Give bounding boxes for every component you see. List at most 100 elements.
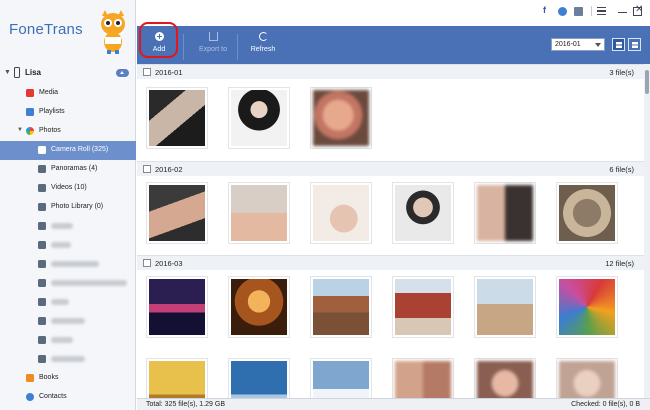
sidebar-item-album[interactable] — [0, 331, 136, 350]
photo-thumbnail[interactable] — [392, 358, 454, 398]
sidebar-item-playlists[interactable]: Playlists — [0, 103, 136, 122]
facebook-icon[interactable]: f — [543, 5, 552, 15]
photo-thumbnail[interactable] — [310, 87, 372, 149]
sidebar-item-panoramas[interactable]: Panoramas (4) — [0, 160, 136, 179]
collapse-caret-icon[interactable]: ▼ — [17, 127, 23, 133]
fonetrans-window: FoneTrans ▼ Lisa Media Playlists ▼ Photo… — [0, 0, 650, 410]
refresh-icon — [258, 32, 268, 41]
album-icon — [38, 222, 46, 230]
status-bar: Total: 325 file(s), 1.29 GB Checked: 0 f… — [137, 398, 650, 410]
album-icon — [38, 317, 46, 325]
grid-view-icon[interactable] — [612, 38, 625, 51]
photo-thumbnail[interactable] — [556, 182, 618, 244]
app-name: FoneTrans — [9, 21, 83, 38]
group-checkbox[interactable] — [143, 259, 151, 267]
photo-thumbnail[interactable] — [556, 358, 618, 398]
toolbar: Add Export to Refresh 2016-01 — [137, 22, 650, 64]
photo-thumbnail[interactable] — [310, 182, 372, 244]
photo-thumbnail[interactable] — [146, 182, 208, 244]
sidebar-item-label: Photos — [39, 127, 61, 134]
sidebar-item-label: Camera Roll (325) — [51, 146, 109, 153]
sidebar-item-album[interactable] — [0, 217, 136, 236]
scrollbar-thumb[interactable] — [645, 70, 649, 94]
date-select[interactable]: 2016-01 — [551, 38, 605, 51]
album-icon — [38, 279, 46, 287]
device-row-lisa[interactable]: ▼ Lisa — [0, 66, 136, 80]
sidebar-item-label: Contacts — [39, 393, 67, 400]
brand: FoneTrans — [0, 0, 135, 64]
blurred-label — [51, 356, 85, 362]
album-icon — [38, 336, 46, 344]
blurred-label — [51, 337, 73, 343]
camera-icon — [38, 146, 46, 154]
group-header: 2016-03 12 file(s) — [137, 255, 644, 270]
group-date: 2016-02 — [155, 165, 183, 174]
sidebar-item-photo-library[interactable]: Photo Library (0) — [0, 198, 136, 217]
sidebar-item-album[interactable] — [0, 274, 136, 293]
album-icon — [38, 260, 46, 268]
sidebar-item-media[interactable]: Media — [0, 84, 136, 103]
title-bar: f ✕ — [137, 0, 650, 26]
export-label: Export to — [198, 46, 227, 53]
feedback-icon[interactable] — [574, 7, 583, 16]
sidebar-item-label: Photo Library (0) — [51, 203, 104, 210]
sidebar-item-label: Media — [39, 89, 59, 96]
photo-thumbnail[interactable] — [146, 358, 208, 398]
vertical-scrollbar[interactable] — [644, 64, 650, 398]
photo-thumbnail[interactable] — [228, 87, 290, 149]
photo-thumbnail[interactable] — [146, 87, 208, 149]
sidebar-item-album[interactable] — [0, 255, 136, 274]
group-count: 6 file(s) — [609, 165, 634, 174]
photo-thumbnail[interactable] — [474, 276, 536, 338]
photo-thumbnail[interactable] — [228, 276, 290, 338]
photo-thumbnail[interactable] — [310, 276, 372, 338]
group-header: 2016-02 6 file(s) — [137, 161, 644, 176]
sidebar: FoneTrans ▼ Lisa Media Playlists ▼ Photo… — [0, 0, 136, 410]
album-icon — [38, 298, 46, 306]
camera-icon — [38, 165, 46, 173]
photo-thumbnail[interactable] — [228, 182, 290, 244]
sidebar-item-album[interactable] — [0, 293, 136, 312]
photo-thumbnail[interactable] — [556, 276, 618, 338]
book-icon — [26, 374, 34, 382]
sidebar-item-label: Books — [39, 374, 59, 381]
export-to-button[interactable]: Export to — [187, 28, 239, 62]
status-checked: Checked: 0 file(s), 0 B — [571, 401, 640, 408]
date-select-value: 2016-01 — [555, 41, 581, 48]
photo-thumbnail[interactable] — [392, 182, 454, 244]
photo-thumbnail[interactable] — [146, 276, 208, 338]
sidebar-item-contacts[interactable]: Contacts — [0, 388, 136, 407]
sidebar-item-album[interactable] — [0, 312, 136, 331]
eject-icon[interactable] — [116, 69, 129, 77]
sidebar-item-album[interactable] — [0, 350, 136, 369]
group-checkbox[interactable] — [143, 68, 151, 76]
blurred-label — [51, 223, 73, 229]
photo-thumbnail[interactable] — [474, 182, 536, 244]
close-icon[interactable]: ✕ — [635, 4, 644, 15]
phone-icon — [14, 67, 20, 78]
album-icon — [38, 355, 46, 363]
toolbar-divider — [183, 34, 184, 60]
chat-icon[interactable] — [558, 7, 567, 16]
sidebar-item-books[interactable]: Books — [0, 369, 136, 388]
playlist-icon — [26, 108, 34, 116]
photo-thumbnail[interactable] — [474, 358, 536, 398]
divider — [591, 6, 592, 16]
menu-icon[interactable] — [597, 7, 606, 15]
group-checkbox[interactable] — [143, 165, 151, 173]
group-count: 12 file(s) — [605, 259, 634, 268]
minimize-icon[interactable] — [618, 7, 627, 13]
photo-thumbnail[interactable] — [310, 358, 372, 398]
sidebar-item-photos[interactable]: ▼ Photos — [0, 122, 136, 141]
refresh-button[interactable]: Refresh — [241, 28, 285, 62]
sidebar-item-album[interactable] — [0, 236, 136, 255]
expand-caret-icon[interactable]: ▼ — [4, 69, 11, 76]
photo-thumbnail[interactable] — [228, 358, 290, 398]
group-date: 2016-03 — [155, 259, 183, 268]
sidebar-item-videos[interactable]: Videos (10) — [0, 179, 136, 198]
sidebar-item-camera-roll[interactable]: Camera Roll (325) — [0, 141, 136, 160]
photos-icon — [26, 127, 34, 135]
photo-thumbnail[interactable] — [392, 276, 454, 338]
list-view-icon[interactable] — [628, 38, 641, 51]
mascot-logo-icon — [101, 10, 125, 54]
